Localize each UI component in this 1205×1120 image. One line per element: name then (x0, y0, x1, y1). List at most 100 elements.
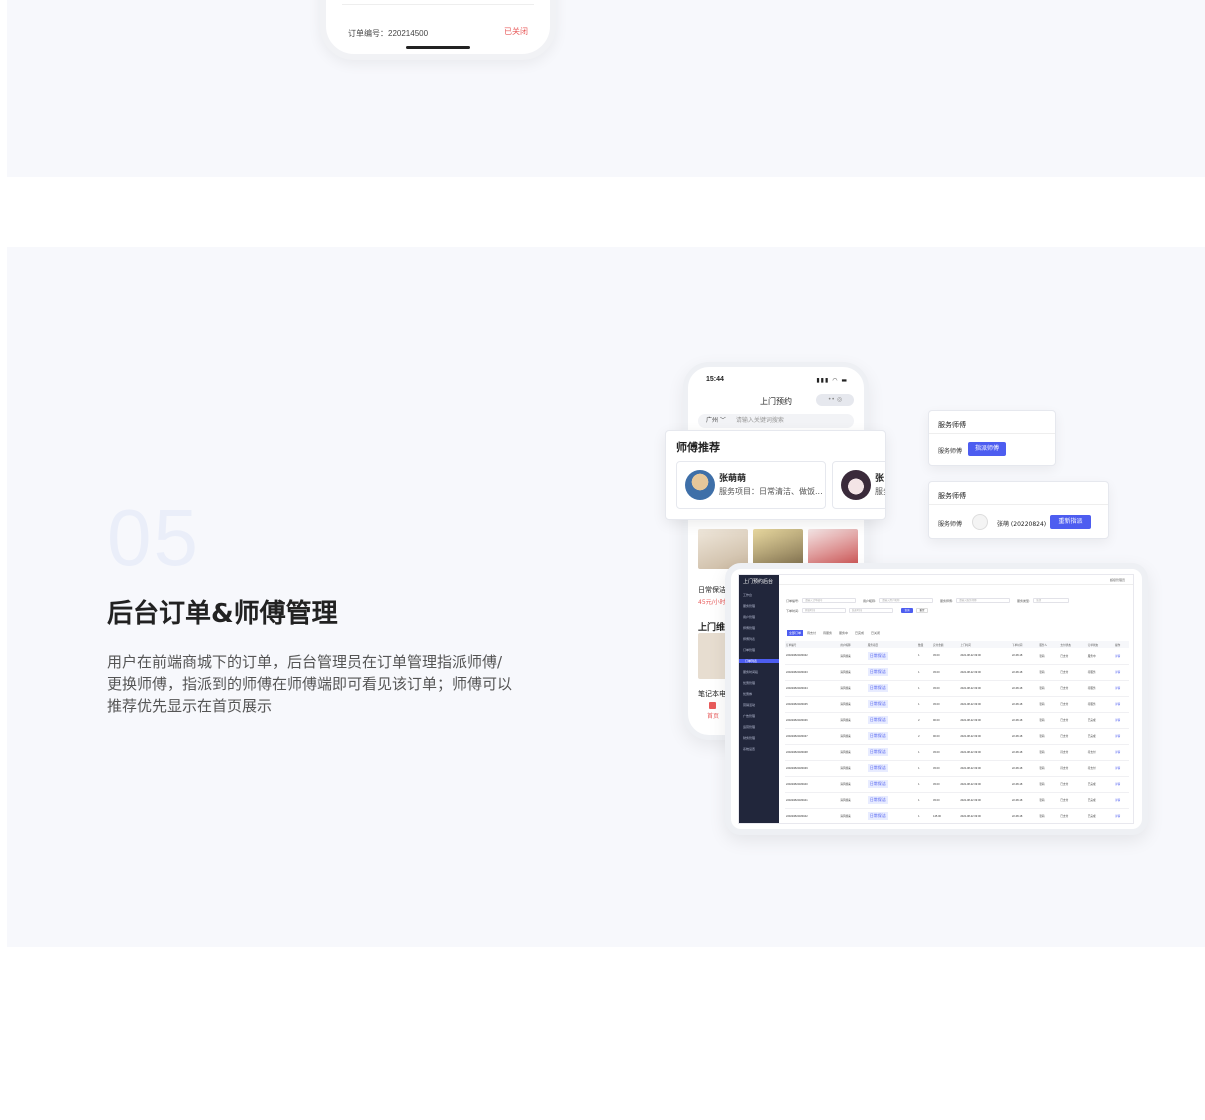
start-time-input[interactable]: 开始时间 (802, 608, 846, 613)
detail-link[interactable]: 详情 (1114, 760, 1129, 777)
sidebar-item[interactable]: 广告管理 (743, 714, 755, 718)
detail-link[interactable]: 详情 (1114, 696, 1129, 713)
assign-master-button[interactable]: 指派师傅 (968, 442, 1006, 456)
menu-capsule[interactable]: •• ◎ (816, 394, 854, 406)
table-cell: 220220824184939 (785, 760, 840, 777)
table-row[interactable]: 220220824184933 清风徐来 日常保洁 1 45.00 2022-08-22 … (785, 664, 1129, 681)
column-header: 操作 (1114, 641, 1129, 648)
table-cell: 45.00 (932, 744, 960, 761)
table-row[interactable]: 220220824184932 清风徐来 日常保洁 1 45.00 2022-08-22 … (785, 648, 1129, 665)
table-cell: 2022-08-22 09:00 (959, 712, 1011, 729)
type-select[interactable]: 全部 (1033, 598, 1069, 603)
table-row[interactable]: 220220824184935 清风徐来 日常保洁 1 45.00 2022-08-22 … (785, 696, 1129, 713)
detail-link[interactable]: 详情 (1114, 776, 1129, 793)
table-row[interactable]: 220220824184940 清风徐来 日常保洁 1 45.00 2022-08-22 … (785, 776, 1129, 793)
service-tag: 日常保洁 (867, 812, 888, 820)
search-button[interactable]: 查询 (901, 608, 913, 613)
detail-link[interactable]: 详情 (1114, 680, 1129, 697)
table-cell: 已支付 (1059, 712, 1087, 729)
service-tag: 日常保洁 (867, 780, 888, 788)
detail-link[interactable]: 详情 (1114, 808, 1129, 823)
item-name[interactable]: 日常保洁 (698, 585, 726, 595)
sidebar-item[interactable]: 用户管理 (743, 615, 755, 619)
table-cell: 清风徐来 (839, 648, 867, 665)
table-row[interactable]: 220220824184938 清风徐来 日常保洁 1 45.00 2022-08-22 … (785, 744, 1129, 761)
order-tab[interactable]: 待支付 (805, 630, 818, 636)
table-cell: 清风徐来 (839, 664, 867, 681)
table-cell: 张萌 (1038, 696, 1060, 713)
city-select[interactable]: 广州 ﹀ (706, 417, 726, 424)
table-cell: 已完成 (1086, 808, 1115, 823)
field-label: 服务师傅 (938, 521, 963, 528)
sidebar-item[interactable]: 系统设置 (743, 747, 755, 751)
table-cell: 张萌 (1038, 712, 1060, 729)
detail-link[interactable]: 详情 (1114, 664, 1129, 681)
service-tag: 日常保洁 (867, 748, 888, 756)
order-tab[interactable]: 全部订单 (787, 630, 804, 636)
table-cell: 220220824184938 (785, 744, 840, 761)
table-row[interactable]: 220220824184936 清风徐来 日常保洁 2 90.00 2022-08-22 … (785, 712, 1129, 729)
column-header: 数量 (917, 641, 933, 648)
table-cell: 已支付 (1059, 808, 1087, 823)
table-row[interactable]: 220220824184934 清风徐来 日常保洁 1 45.00 2022-08-22 … (785, 680, 1129, 697)
table-row[interactable]: 220220824184939 清风徐来 日常保洁 1 45.00 2022-08-22 … (785, 760, 1129, 777)
sidebar-item[interactable]: 工作台 (743, 593, 752, 597)
order-tab[interactable]: 已关闭 (869, 630, 882, 636)
table-row[interactable]: 220220824184942 清风徐来 日常保洁 1 145.00 2022-08-22… (785, 808, 1129, 823)
table-cell: 清风徐来 (839, 680, 867, 697)
table-cell: 220220824184940 (785, 776, 840, 793)
service-cell: 日常保洁 (866, 712, 918, 729)
table-cell: 22-08-18 (1010, 664, 1039, 681)
table-cell: 清风徐来 (839, 776, 867, 793)
tab-home-label[interactable]: 首页 (707, 711, 719, 720)
table-cell: 220220824184937 (785, 728, 840, 745)
detail-link[interactable]: 详情 (1114, 792, 1129, 809)
master-input[interactable]: 请输入服务师傅 (956, 598, 1010, 603)
table-cell: 22-08-18 (1010, 744, 1039, 761)
user-input[interactable]: 请输入用户昵称 (879, 598, 933, 603)
service-tag: 日常保洁 (867, 796, 888, 804)
table-cell: 已支付 (1059, 664, 1087, 681)
reassign-master-button[interactable]: 重新指派 (1050, 515, 1091, 529)
detail-link[interactable]: 详情 (1114, 648, 1129, 665)
master-name: 张萌 (20220824) (997, 521, 1047, 528)
order-no-input[interactable]: 请输入订单编号 (802, 598, 856, 603)
master-card[interactable]: 张 服务 (832, 461, 885, 509)
end-time-input[interactable]: 结束时间 (849, 608, 893, 613)
order-tab[interactable]: 待服务 (821, 630, 834, 636)
search-bar[interactable]: 广州 ﹀ 请输入关键词搜索 (698, 414, 854, 428)
table-cell: 待支付 (1086, 760, 1115, 777)
sidebar-item[interactable]: 师傅列表 (743, 637, 755, 641)
table-cell: 清风徐来 (839, 712, 867, 729)
master-card[interactable]: 张萌萌 服务项目：日常清洁、做饭... (676, 461, 826, 509)
order-tab[interactable]: 服务中 (837, 630, 850, 636)
detail-link[interactable]: 详情 (1114, 728, 1129, 745)
sidebar-item[interactable]: 营销活动 (743, 703, 755, 707)
table-row[interactable]: 220220824184941 清风徐来 日常保洁 1 45.00 2022-08-22 … (785, 792, 1129, 809)
top-section-band: 订单编号：220214500 已关闭 (7, 0, 1205, 177)
sidebar-item[interactable]: 优惠券 (743, 692, 752, 696)
detail-link[interactable]: 详情 (1114, 744, 1129, 761)
sidebar-item[interactable]: 订单管理 (743, 648, 755, 652)
sidebar-item[interactable]: 订单列表 (739, 659, 779, 663)
section-title: 后台订单&师傅管理 (107, 599, 338, 629)
order-tab[interactable]: 已完成 (853, 630, 866, 636)
sidebar-item[interactable]: 师傅管理 (743, 626, 755, 630)
home-icon[interactable] (709, 702, 716, 709)
sidebar-item[interactable]: 运营管理 (743, 725, 755, 729)
detail-link[interactable]: 详情 (1114, 712, 1129, 729)
table-cell: 220220824184936 (785, 712, 840, 729)
sidebar-item[interactable]: 优惠管理 (743, 681, 755, 685)
sidebar-item[interactable]: 服务管理 (743, 604, 755, 608)
admin-user[interactable]: 超级管理员 (1110, 578, 1125, 582)
service-cell: 日常保洁 (866, 664, 918, 681)
orders-table: 订单编号 用户昵称 服务项目 数量 实付金额 上门时间 下单时间 服务人 支付状态 订单状态 操作 … (785, 641, 1129, 823)
table-row[interactable]: 220220824184937 清风徐来 日常保洁 2 90.00 2022-08-22 … (785, 728, 1129, 745)
table-cell: 22-08-18 (1010, 680, 1039, 697)
sidebar-item[interactable]: 财务管理 (743, 736, 755, 740)
table-cell: 45.00 (932, 696, 960, 713)
sidebar-item[interactable]: 服务时间段 (743, 670, 758, 674)
table-cell: 已支付 (1059, 728, 1087, 745)
reset-button[interactable]: 重置 (916, 608, 928, 613)
table-cell: 45.00 (932, 792, 960, 809)
